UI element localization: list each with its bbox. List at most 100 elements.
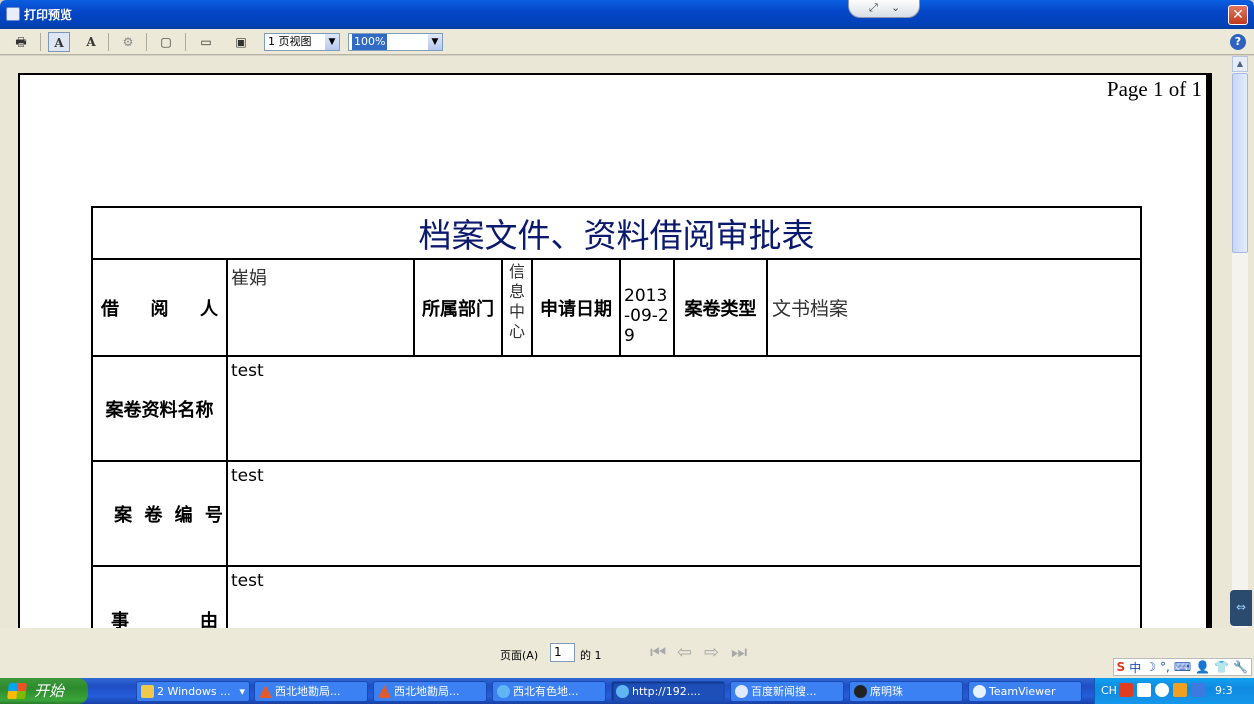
moon-icon[interactable]: ☽ <box>1145 660 1156 674</box>
taskbar-item-label: 百度新闻搜... <box>751 685 817 698</box>
apply-date-value: 2013-09-29 <box>619 258 675 357</box>
keyboard-icon[interactable]: ⌨ <box>1174 660 1191 674</box>
page-count-label: 的 1 <box>580 649 602 662</box>
apply-date-label: 申请日期 <box>531 258 621 357</box>
help-tray-icon[interactable] <box>1137 683 1151 697</box>
page-setup-gear-icon[interactable]: ⚙ <box>117 32 139 52</box>
form-title: 档案文件、资料借阅审批表 <box>91 206 1142 260</box>
taskbar-item[interactable]: 百度新闻搜... <box>730 681 844 702</box>
file-number-label: 案 卷 编 号 <box>91 460 228 567</box>
print-preview-toolbar: 🖶 A A ⚙ ▢ ▭ ▣ 1 页视图 ▼ 100% ▼ ? <box>0 29 1254 55</box>
system-tray: CH 9:3 <box>1094 678 1254 704</box>
taskbar-item-label: 西北地勘局... <box>275 685 341 698</box>
security-tray-icon[interactable] <box>1173 683 1187 697</box>
user-icon[interactable]: 👤 <box>1195 660 1210 674</box>
help-icon[interactable]: ? <box>1230 34 1246 50</box>
file-name-label: 案卷资料名称 <box>91 355 228 462</box>
taskbar-item-label: 西北有色地... <box>513 685 579 698</box>
page-label: 页面(A) <box>500 649 539 662</box>
toolbar-separator <box>108 33 109 51</box>
taskbar-item-label: http://192.... <box>632 685 701 698</box>
taskbar-item-label: 西北地勘局... <box>394 685 460 698</box>
print-icon[interactable]: 🖶 <box>10 32 32 52</box>
sogou-ime-icon[interactable]: S <box>1117 660 1126 674</box>
taskbar-item-active[interactable]: http://192.... <box>611 681 725 702</box>
teamviewer-panel-tab[interactable]: ⤢ ⌄ <box>848 0 920 18</box>
borrower-value: 崔娟 <box>226 258 415 357</box>
approval-form-table: 档案文件、资料借阅审批表 借 阅 人 崔娟 所属部门 信息中心 申请日期 201… <box>91 206 1142 631</box>
department-value: 信息中心 <box>501 258 533 357</box>
chevron-down-icon[interactable]: ▼ <box>325 34 339 50</box>
page-number-label: Page 1 of 1 <box>1106 77 1202 101</box>
chinese-mode-icon[interactable]: 中 <box>1129 659 1141 676</box>
toolbar-separator <box>185 33 186 51</box>
zoom-select-value: 100% <box>352 34 388 50</box>
reason-value: test <box>226 565 1142 631</box>
toolbar-separator <box>146 33 147 51</box>
sogou-tray-icon[interactable] <box>1119 683 1133 697</box>
taskbar: 开始 2 Windows ... ▾ 西北地勘局... 西北地勘局... 西北有… <box>0 678 1254 704</box>
page-navigation-bar: ⇔ 页面(A) 1 的 1 ⏮ ⇦ ⇨ ⏭ S 中 ☽ °, ⌨ 👤 👕 🔧 <box>0 590 1254 678</box>
teamviewer-icon <box>973 685 986 698</box>
headers-footers-icon[interactable]: ▢ <box>155 32 177 52</box>
scrollbar-thumb[interactable] <box>1232 73 1248 253</box>
file-number-value: test <box>226 460 1142 567</box>
taskbar-item[interactable]: 西北地勘局... <box>373 681 487 702</box>
landscape-icon[interactable]: A <box>80 32 102 52</box>
preview-page: Page 1 of 1 档案文件、资料借阅审批表 借 阅 人 崔娟 所属部门 信… <box>18 73 1212 633</box>
taskbar-item[interactable]: TeamViewer <box>968 681 1082 702</box>
chevron-down-icon[interactable]: ▼ <box>428 34 442 50</box>
taskbar-item-label: 2 Windows ... <box>157 685 231 698</box>
view-select-value: 1 页视图 <box>268 35 312 48</box>
full-width-icon[interactable]: ▭ <box>195 32 217 52</box>
ie-app-icon <box>6 7 20 21</box>
taskbar-item[interactable]: 席明珠 <box>849 681 963 702</box>
folder-icon <box>141 685 154 698</box>
title-bar: 打印预览 ⤢ ⌄ ✕ <box>0 0 1254 29</box>
ie-icon <box>616 685 629 698</box>
qq-icon <box>854 685 867 698</box>
file-type-label: 案卷类型 <box>673 258 768 357</box>
taskbar-item[interactable]: 西北有色地... <box>492 681 606 702</box>
start-label: 开始 <box>34 682 65 700</box>
taskbar-item[interactable]: 西北地勘局... <box>254 681 368 702</box>
chevron-down-icon[interactable]: ⌄ <box>891 1 900 14</box>
view-select[interactable]: 1 页视图 ▼ <box>264 33 340 51</box>
last-page-icon[interactable]: ⏭ <box>731 642 747 663</box>
shirt-icon[interactable]: 👕 <box>1214 660 1229 674</box>
borrower-label: 借 阅 人 <box>91 258 228 357</box>
app-icon <box>378 685 391 698</box>
scroll-up-icon[interactable]: ▲ <box>1232 56 1248 72</box>
next-page-icon[interactable]: ⇨ <box>704 642 719 663</box>
app-icon <box>259 685 272 698</box>
ime-toolbar[interactable]: S 中 ☽ °, ⌨ 👤 👕 🔧 <box>1112 658 1252 676</box>
file-type-value: 文书档案 <box>766 258 1142 357</box>
department-label: 所属部门 <box>413 258 503 357</box>
expand-icon[interactable]: ⤢ <box>869 1 878 15</box>
taskbar-item[interactable]: 2 Windows ... ▾ <box>136 681 250 702</box>
network-tray-icon[interactable] <box>1191 683 1205 697</box>
preview-area: Page 1 of 1 档案文件、资料借阅审批表 借 阅 人 崔娟 所属部门 信… <box>0 56 1254 633</box>
punctuation-icon[interactable]: °, <box>1160 660 1170 674</box>
ie-icon <box>497 685 510 698</box>
sogou-browser-icon <box>735 685 748 698</box>
window-title: 打印预览 <box>24 8 73 22</box>
portrait-icon[interactable]: A <box>48 32 70 52</box>
page-number-input[interactable]: 1 <box>550 643 575 662</box>
taskbar-item-label: TeamViewer <box>989 685 1056 698</box>
zoom-select[interactable]: 100% ▼ <box>348 33 443 51</box>
teamviewer-side-icon[interactable]: ⇔ <box>1230 590 1252 626</box>
clock: 9:3 <box>1215 684 1233 697</box>
chevron-down-icon: ▾ <box>239 685 245 698</box>
close-button[interactable]: ✕ <box>1228 5 1248 25</box>
chevron-left-icon[interactable] <box>1155 683 1169 697</box>
full-page-icon[interactable]: ▣ <box>230 32 252 52</box>
language-indicator[interactable]: CH <box>1101 684 1117 697</box>
wrench-icon[interactable]: 🔧 <box>1233 660 1248 674</box>
windows-flag-icon <box>7 683 27 699</box>
start-button[interactable]: 开始 <box>0 678 88 704</box>
previous-page-icon[interactable]: ⇦ <box>677 642 692 663</box>
file-name-value: test <box>226 355 1142 462</box>
first-page-icon[interactable]: ⏮ <box>650 642 666 663</box>
vertical-scrollbar[interactable]: ▲ <box>1232 56 1248 628</box>
